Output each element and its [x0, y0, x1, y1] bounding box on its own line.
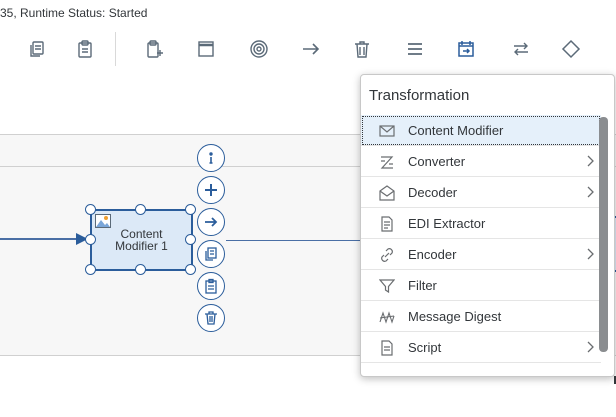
resize-handle-tr[interactable]: [185, 204, 196, 215]
menu-item-filter[interactable]: Filter: [361, 270, 601, 301]
copy-step-button[interactable]: [197, 240, 225, 268]
resize-handle-bm[interactable]: [135, 264, 146, 275]
delete-icon: [205, 311, 217, 325]
menu-item-encoder[interactable]: Encoder: [361, 239, 601, 270]
chevron-right-icon: [587, 186, 594, 198]
delete-step-button[interactable]: [197, 304, 225, 332]
envelope-icon: [379, 125, 395, 137]
target-icon: [250, 40, 268, 58]
menu-item-label: Converter: [408, 154, 466, 169]
copy-button[interactable]: [23, 35, 51, 63]
sequence-flow-button[interactable]: [297, 35, 325, 63]
filter-icon: [379, 279, 395, 294]
menu-item-script[interactable]: Script: [361, 332, 601, 363]
add-icon: [205, 184, 217, 196]
paste-step-button[interactable]: [197, 272, 225, 300]
menu-item-label: Encoder: [408, 247, 457, 262]
target-button[interactable]: [245, 35, 273, 63]
menu-item-label: Script: [408, 340, 442, 355]
transformation-icon: [458, 41, 474, 57]
paste-button[interactable]: [71, 35, 99, 63]
add-button[interactable]: [197, 176, 225, 204]
content-modifier-icon: [95, 214, 111, 228]
resize-handle-tm[interactable]: [135, 204, 146, 215]
copy-icon: [205, 247, 217, 261]
connect-button[interactable]: [197, 208, 225, 236]
runtime-status-text: 35, Runtime Status: Started: [0, 6, 148, 20]
swap-icon: [514, 42, 528, 56]
gateway-button[interactable]: [557, 35, 585, 63]
menu-item-decoder[interactable]: Decoder: [361, 177, 601, 208]
converter-icon: [380, 156, 394, 169]
window-button[interactable]: [192, 35, 220, 63]
link-icon: [381, 248, 393, 262]
resize-handle-ml[interactable]: [85, 234, 96, 245]
paste-icon: [78, 40, 92, 58]
copy-icon: [30, 41, 44, 57]
info-button[interactable]: [197, 144, 225, 172]
connect-arrow-icon: [205, 217, 218, 227]
menu-item-edi-extractor[interactable]: EDI Extractor: [361, 208, 601, 239]
diamond-icon: [561, 39, 581, 59]
delete-icon: [355, 41, 369, 58]
info-icon: [209, 152, 213, 164]
resize-handle-br[interactable]: [185, 264, 196, 275]
transformation-popover: Transformation Content Modifier Converte…: [360, 74, 615, 377]
chevron-right-icon: [587, 248, 594, 260]
menu-button[interactable]: [401, 35, 429, 63]
menu-item-label: EDI Extractor: [408, 216, 486, 231]
resize-handle-tl[interactable]: [85, 204, 96, 215]
digest-icon: [379, 311, 395, 324]
document-icon: [381, 216, 393, 232]
menu-icon: [408, 43, 422, 55]
add-step-button[interactable]: [140, 35, 168, 63]
add-step-icon: [147, 40, 163, 58]
transformation-button[interactable]: [452, 35, 480, 63]
chevron-right-icon: [587, 341, 594, 353]
transformation-menu: Content Modifier Converter Decoder EDI E…: [361, 115, 601, 363]
incoming-sequence-flow[interactable]: [0, 238, 82, 240]
delete-button[interactable]: [348, 35, 376, 63]
top-status-bar: 35, Runtime Status: Started: [0, 0, 616, 26]
menu-item-label: Content Modifier: [408, 123, 504, 138]
open-envelope-icon: [379, 185, 395, 201]
menu-item-label: Decoder: [408, 185, 458, 200]
popover-title: Transformation: [369, 87, 470, 104]
menu-item-label: Message Digest: [408, 309, 502, 324]
script-icon: [381, 340, 393, 356]
content-modifier-step[interactable]: Content Modifier 1: [90, 209, 193, 271]
menu-item-content-modifier[interactable]: Content Modifier: [361, 115, 601, 146]
chevron-right-icon: [587, 155, 594, 167]
popover-scrollbar-thumb[interactable]: [599, 117, 608, 352]
resize-handle-mr[interactable]: [185, 234, 196, 245]
step-label: Content Modifier 1: [115, 227, 168, 253]
menu-item-converter[interactable]: Converter: [361, 146, 601, 177]
window-icon: [198, 41, 214, 57]
paste-icon: [205, 278, 217, 294]
toolbar-separator: [115, 32, 116, 66]
menu-item-label: Filter: [408, 278, 437, 293]
resize-handle-bl[interactable]: [85, 264, 96, 275]
swap-button[interactable]: [507, 35, 535, 63]
toolbar: [0, 26, 616, 73]
menu-item-message-digest[interactable]: Message Digest: [361, 301, 601, 332]
arrow-right-icon: [303, 43, 320, 55]
